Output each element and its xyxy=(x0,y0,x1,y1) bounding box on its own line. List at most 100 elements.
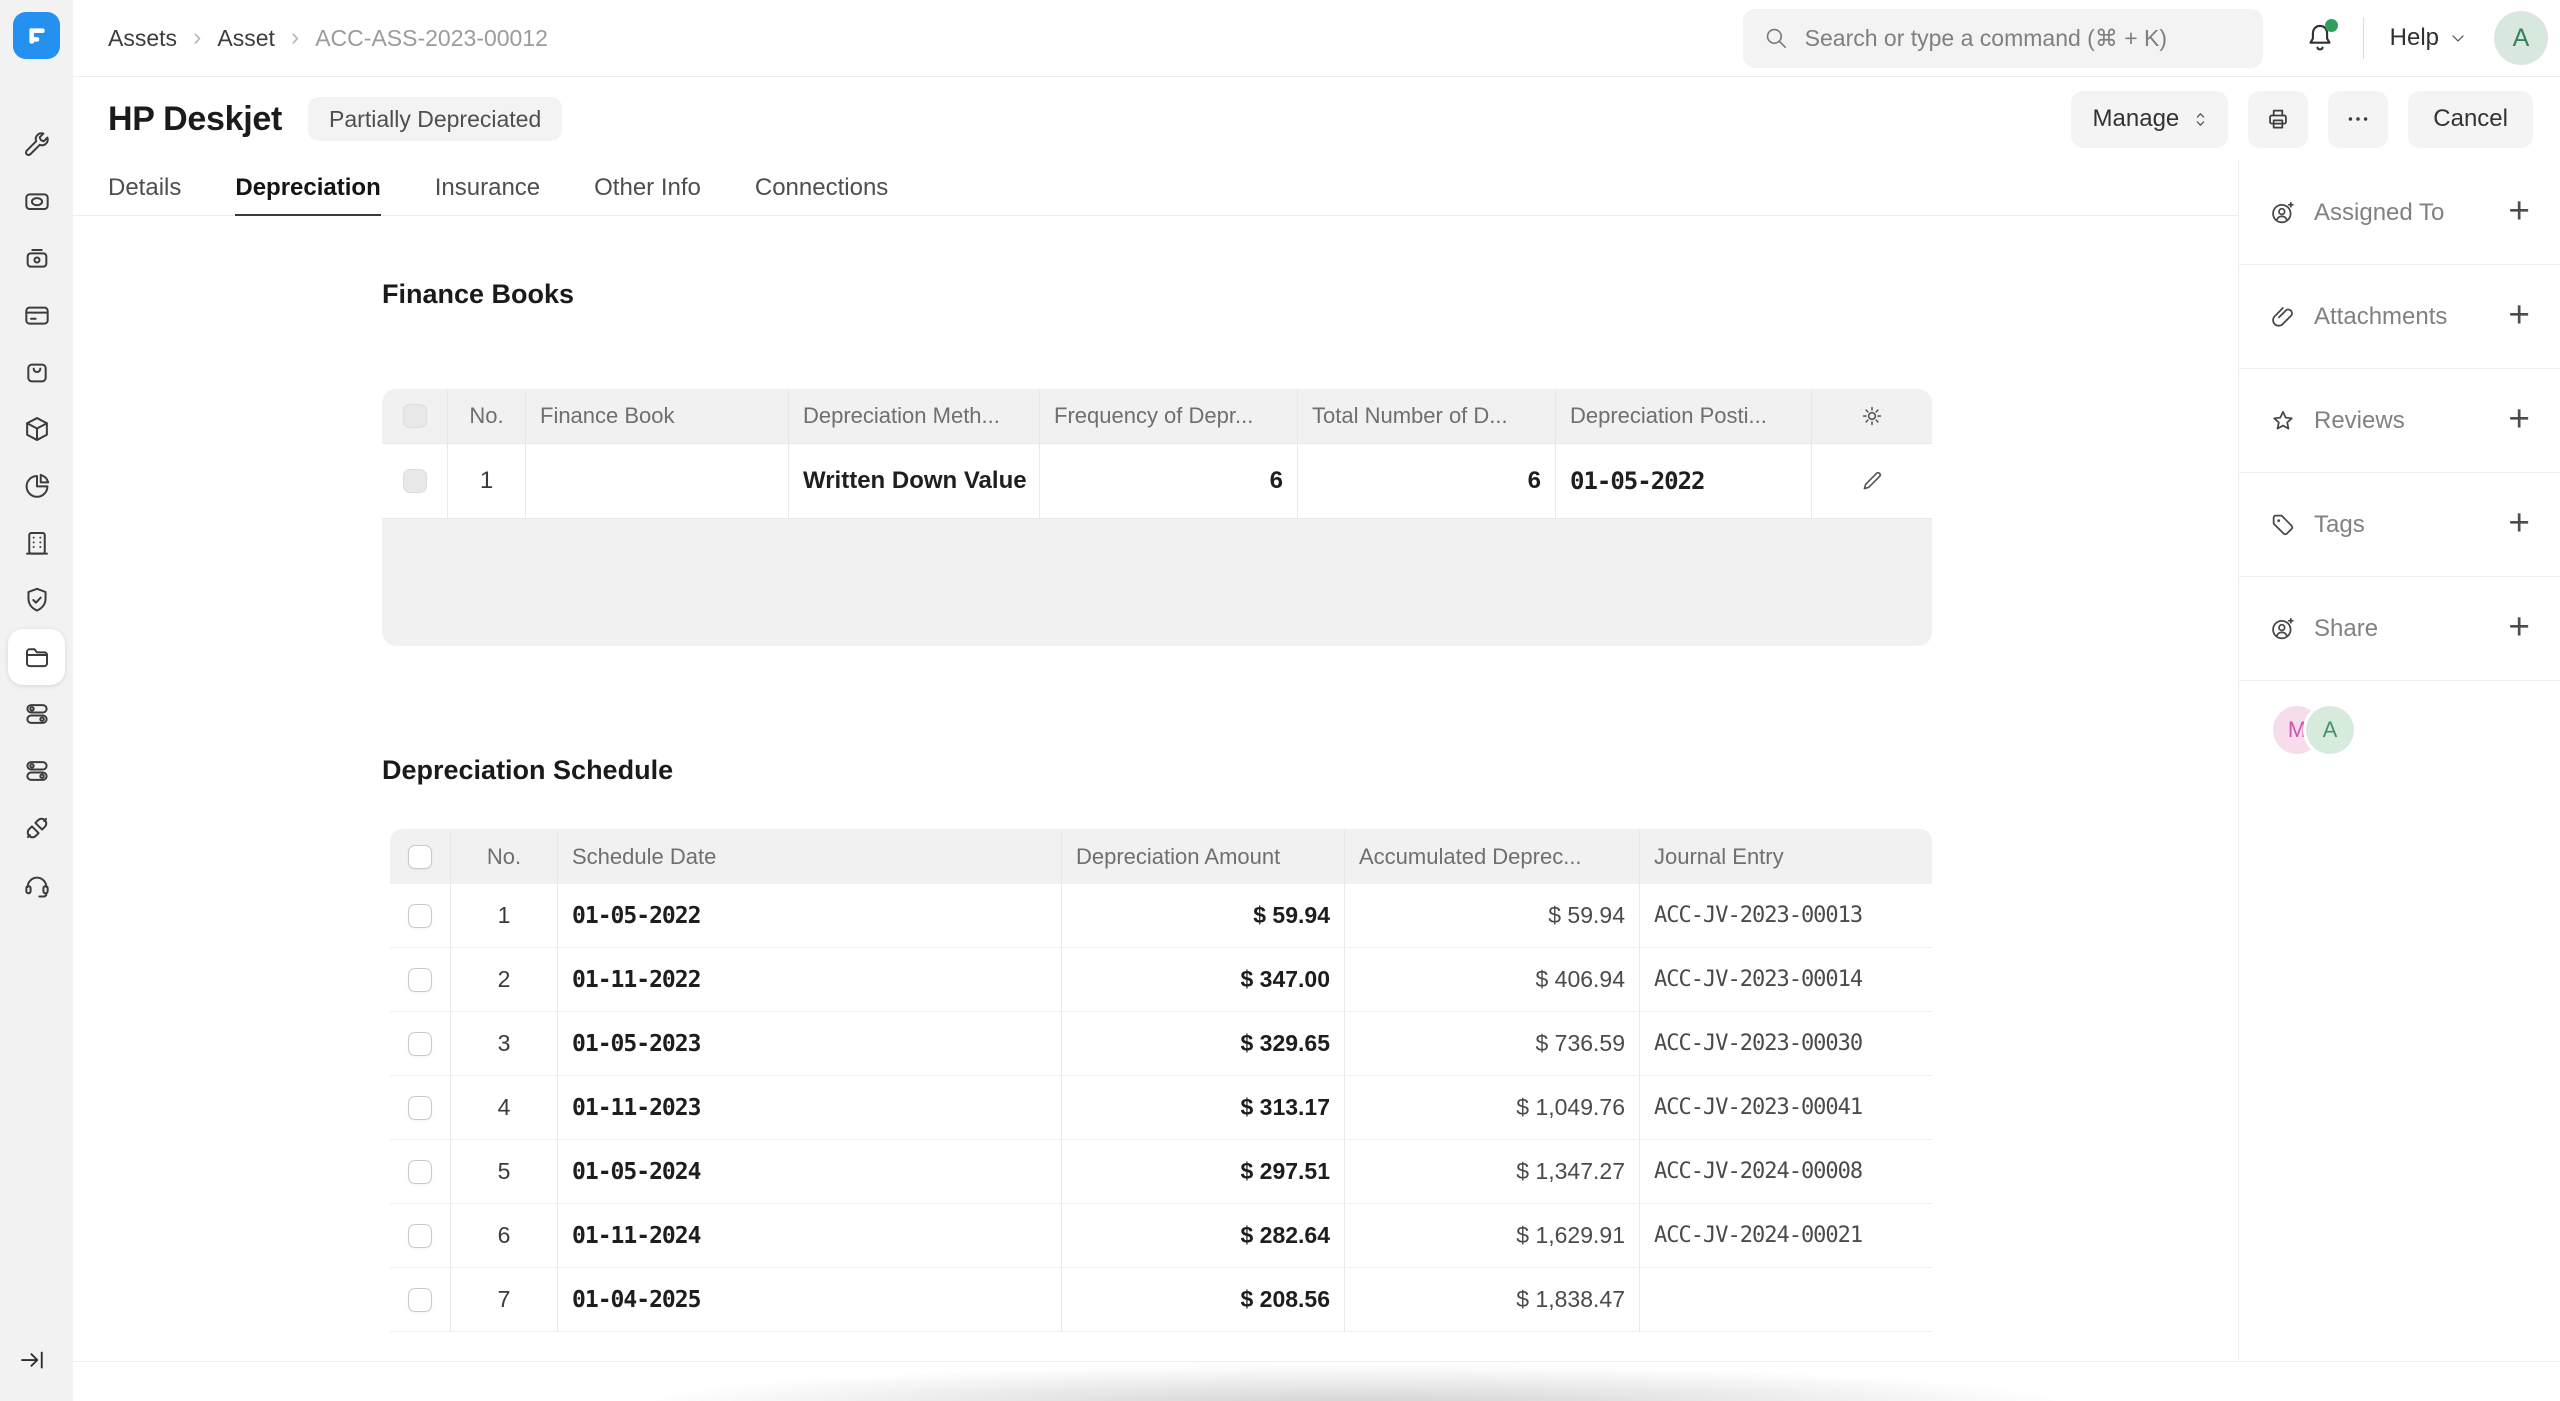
column-header-posting-date: Depreciation Posti... xyxy=(1556,389,1812,443)
manage-label: Manage xyxy=(2093,105,2180,133)
schedule-row[interactable]: 2 01-11-2022 $ 347.00 $ 406.94 ACC-JV-20… xyxy=(390,948,1932,1012)
payments-icon[interactable] xyxy=(8,173,65,229)
add-attachment-button[interactable]: + xyxy=(2508,296,2530,333)
bottom-scroll-shadow xyxy=(430,1365,2280,1401)
finance-books-header-row: No. Finance Book Depreciation Meth... Fr… xyxy=(382,389,1932,443)
accumulated-cell: $ 406.94 xyxy=(1345,948,1640,1011)
cash-register-icon[interactable] xyxy=(8,230,65,286)
schedule-row[interactable]: 5 01-05-2024 $ 297.51 $ 1,347.27 ACC-JV-… xyxy=(390,1140,1932,1204)
files-icon[interactable] xyxy=(8,629,65,685)
shield-check-icon[interactable] xyxy=(8,572,65,628)
attachments-section[interactable]: Attachments + xyxy=(2239,265,2560,369)
left-icon-rail xyxy=(0,0,73,1401)
shopping-bag-icon[interactable] xyxy=(8,344,65,400)
erpnext-logo[interactable] xyxy=(13,12,60,59)
tab-bar: Details Depreciation Insurance Other Inf… xyxy=(73,161,2238,216)
schedule-row[interactable]: 4 01-11-2023 $ 313.17 $ 1,049.76 ACC-JV-… xyxy=(390,1076,1932,1140)
schedule-row[interactable]: 1 01-05-2022 $ 59.94 $ 59.94 ACC-JV-2023… xyxy=(390,884,1932,948)
toggles-icon[interactable] xyxy=(8,686,65,742)
select-all-checkbox[interactable] xyxy=(408,845,432,869)
gear-icon[interactable] xyxy=(1859,403,1885,429)
schedule-date-cell: 01-11-2022 xyxy=(558,948,1062,1011)
row-checkbox[interactable] xyxy=(408,1032,432,1056)
asset-detail-page: Assets › Asset › ACC-ASS-2023-00012 Help… xyxy=(0,0,2560,1401)
user-avatar[interactable]: A xyxy=(2494,11,2548,65)
schedule-row[interactable]: 7 01-04-2025 $ 208.56 $ 1,838.47 xyxy=(390,1268,1932,1332)
depreciation-amount-cell: $ 59.94 xyxy=(1062,884,1345,947)
tag-icon xyxy=(2269,511,2297,539)
tab-connections[interactable]: Connections xyxy=(755,161,888,216)
finance-book-cell xyxy=(526,444,789,518)
search-input[interactable] xyxy=(1803,24,2243,53)
help-menu[interactable]: Help xyxy=(2390,24,2468,52)
schedule-date-cell: 01-04-2025 xyxy=(558,1268,1062,1331)
manage-button[interactable]: Manage xyxy=(2071,91,2229,148)
reviews-section[interactable]: Reviews + xyxy=(2239,369,2560,473)
accumulated-cell: $ 1,049.76 xyxy=(1345,1076,1640,1139)
select-all-checkbox[interactable] xyxy=(403,404,427,428)
print-button[interactable] xyxy=(2248,91,2308,148)
star-icon xyxy=(2269,407,2297,435)
tools-icon[interactable] xyxy=(8,116,65,172)
column-header-frequency: Frequency of Depr... xyxy=(1040,389,1298,443)
row-checkbox[interactable] xyxy=(403,469,427,493)
column-header-journal-entry: Journal Entry xyxy=(1640,829,1932,884)
user-plus-icon xyxy=(2269,615,2297,643)
printer-icon xyxy=(2264,105,2292,133)
row-checkbox[interactable] xyxy=(408,1160,432,1184)
row-checkbox[interactable] xyxy=(408,1224,432,1248)
add-tag-button[interactable]: + xyxy=(2508,504,2530,541)
more-options-button[interactable] xyxy=(2328,91,2388,148)
breadcrumb-asset[interactable]: Asset xyxy=(217,25,275,52)
row-number: 4 xyxy=(451,1076,558,1139)
share-section[interactable]: Share + xyxy=(2239,577,2560,681)
assigned-to-section[interactable]: Assigned To + xyxy=(2239,161,2560,265)
toggles-alt-icon[interactable] xyxy=(8,743,65,799)
row-checkbox[interactable] xyxy=(408,968,432,992)
integrations-icon[interactable] xyxy=(8,800,65,856)
tab-insurance[interactable]: Insurance xyxy=(435,161,540,216)
expand-sidebar-icon[interactable] xyxy=(17,1345,47,1375)
finance-books-row[interactable]: 1 Written Down Value 6 6 01-05-2022 xyxy=(382,443,1932,519)
depreciation-method-cell: Written Down Value xyxy=(789,444,1040,518)
topbar-right: Help A xyxy=(1743,9,2548,68)
row-checkbox[interactable] xyxy=(408,1288,432,1312)
viewer-avatars: M A xyxy=(2273,706,2560,754)
breadcrumb: Assets › Asset › ACC-ASS-2023-00012 xyxy=(108,24,548,53)
row-number: 5 xyxy=(451,1140,558,1203)
journal-entry-cell: ACC-JV-2023-00041 xyxy=(1640,1076,1932,1139)
accumulated-cell: $ 736.59 xyxy=(1345,1012,1640,1075)
topbar: Assets › Asset › ACC-ASS-2023-00012 Help… xyxy=(73,0,2560,77)
tags-label: Tags xyxy=(2314,511,2365,539)
row-checkbox[interactable] xyxy=(408,904,432,928)
tags-section[interactable]: Tags + xyxy=(2239,473,2560,577)
add-share-button[interactable]: + xyxy=(2508,608,2530,645)
attachments-label: Attachments xyxy=(2314,303,2447,331)
pie-chart-icon[interactable] xyxy=(8,458,65,514)
credit-card-icon[interactable] xyxy=(8,287,65,343)
column-header-depreciation-method: Depreciation Meth... xyxy=(789,389,1040,443)
support-icon[interactable] xyxy=(8,857,65,913)
row-checkbox[interactable] xyxy=(408,1096,432,1120)
reviews-label: Reviews xyxy=(2314,407,2405,435)
add-review-button[interactable]: + xyxy=(2508,400,2530,437)
tab-other-info[interactable]: Other Info xyxy=(594,161,701,216)
cancel-button[interactable]: Cancel xyxy=(2408,91,2533,148)
add-assignment-button[interactable]: + xyxy=(2508,192,2530,229)
buildings-icon[interactable] xyxy=(8,515,65,571)
tab-details[interactable]: Details xyxy=(108,161,181,216)
edit-pencil-icon[interactable] xyxy=(1859,468,1885,494)
erpnext-logo-icon xyxy=(24,23,50,49)
help-label: Help xyxy=(2390,24,2439,52)
journal-entry-cell xyxy=(1640,1268,1932,1331)
schedule-row[interactable]: 3 01-05-2023 $ 329.65 $ 736.59 ACC-JV-20… xyxy=(390,1012,1932,1076)
journal-entry-cell: ACC-JV-2023-00030 xyxy=(1640,1012,1932,1075)
schedule-row[interactable]: 6 01-11-2024 $ 282.64 $ 1,629.91 ACC-JV-… xyxy=(390,1204,1932,1268)
avatar[interactable]: A xyxy=(2306,706,2354,754)
search-bar[interactable] xyxy=(1743,9,2263,68)
tab-depreciation[interactable]: Depreciation xyxy=(235,161,380,216)
breadcrumb-assets[interactable]: Assets xyxy=(108,25,177,52)
depreciation-amount-cell: $ 347.00 xyxy=(1062,948,1345,1011)
package-icon[interactable] xyxy=(8,401,65,457)
notifications-button[interactable] xyxy=(2303,21,2337,55)
